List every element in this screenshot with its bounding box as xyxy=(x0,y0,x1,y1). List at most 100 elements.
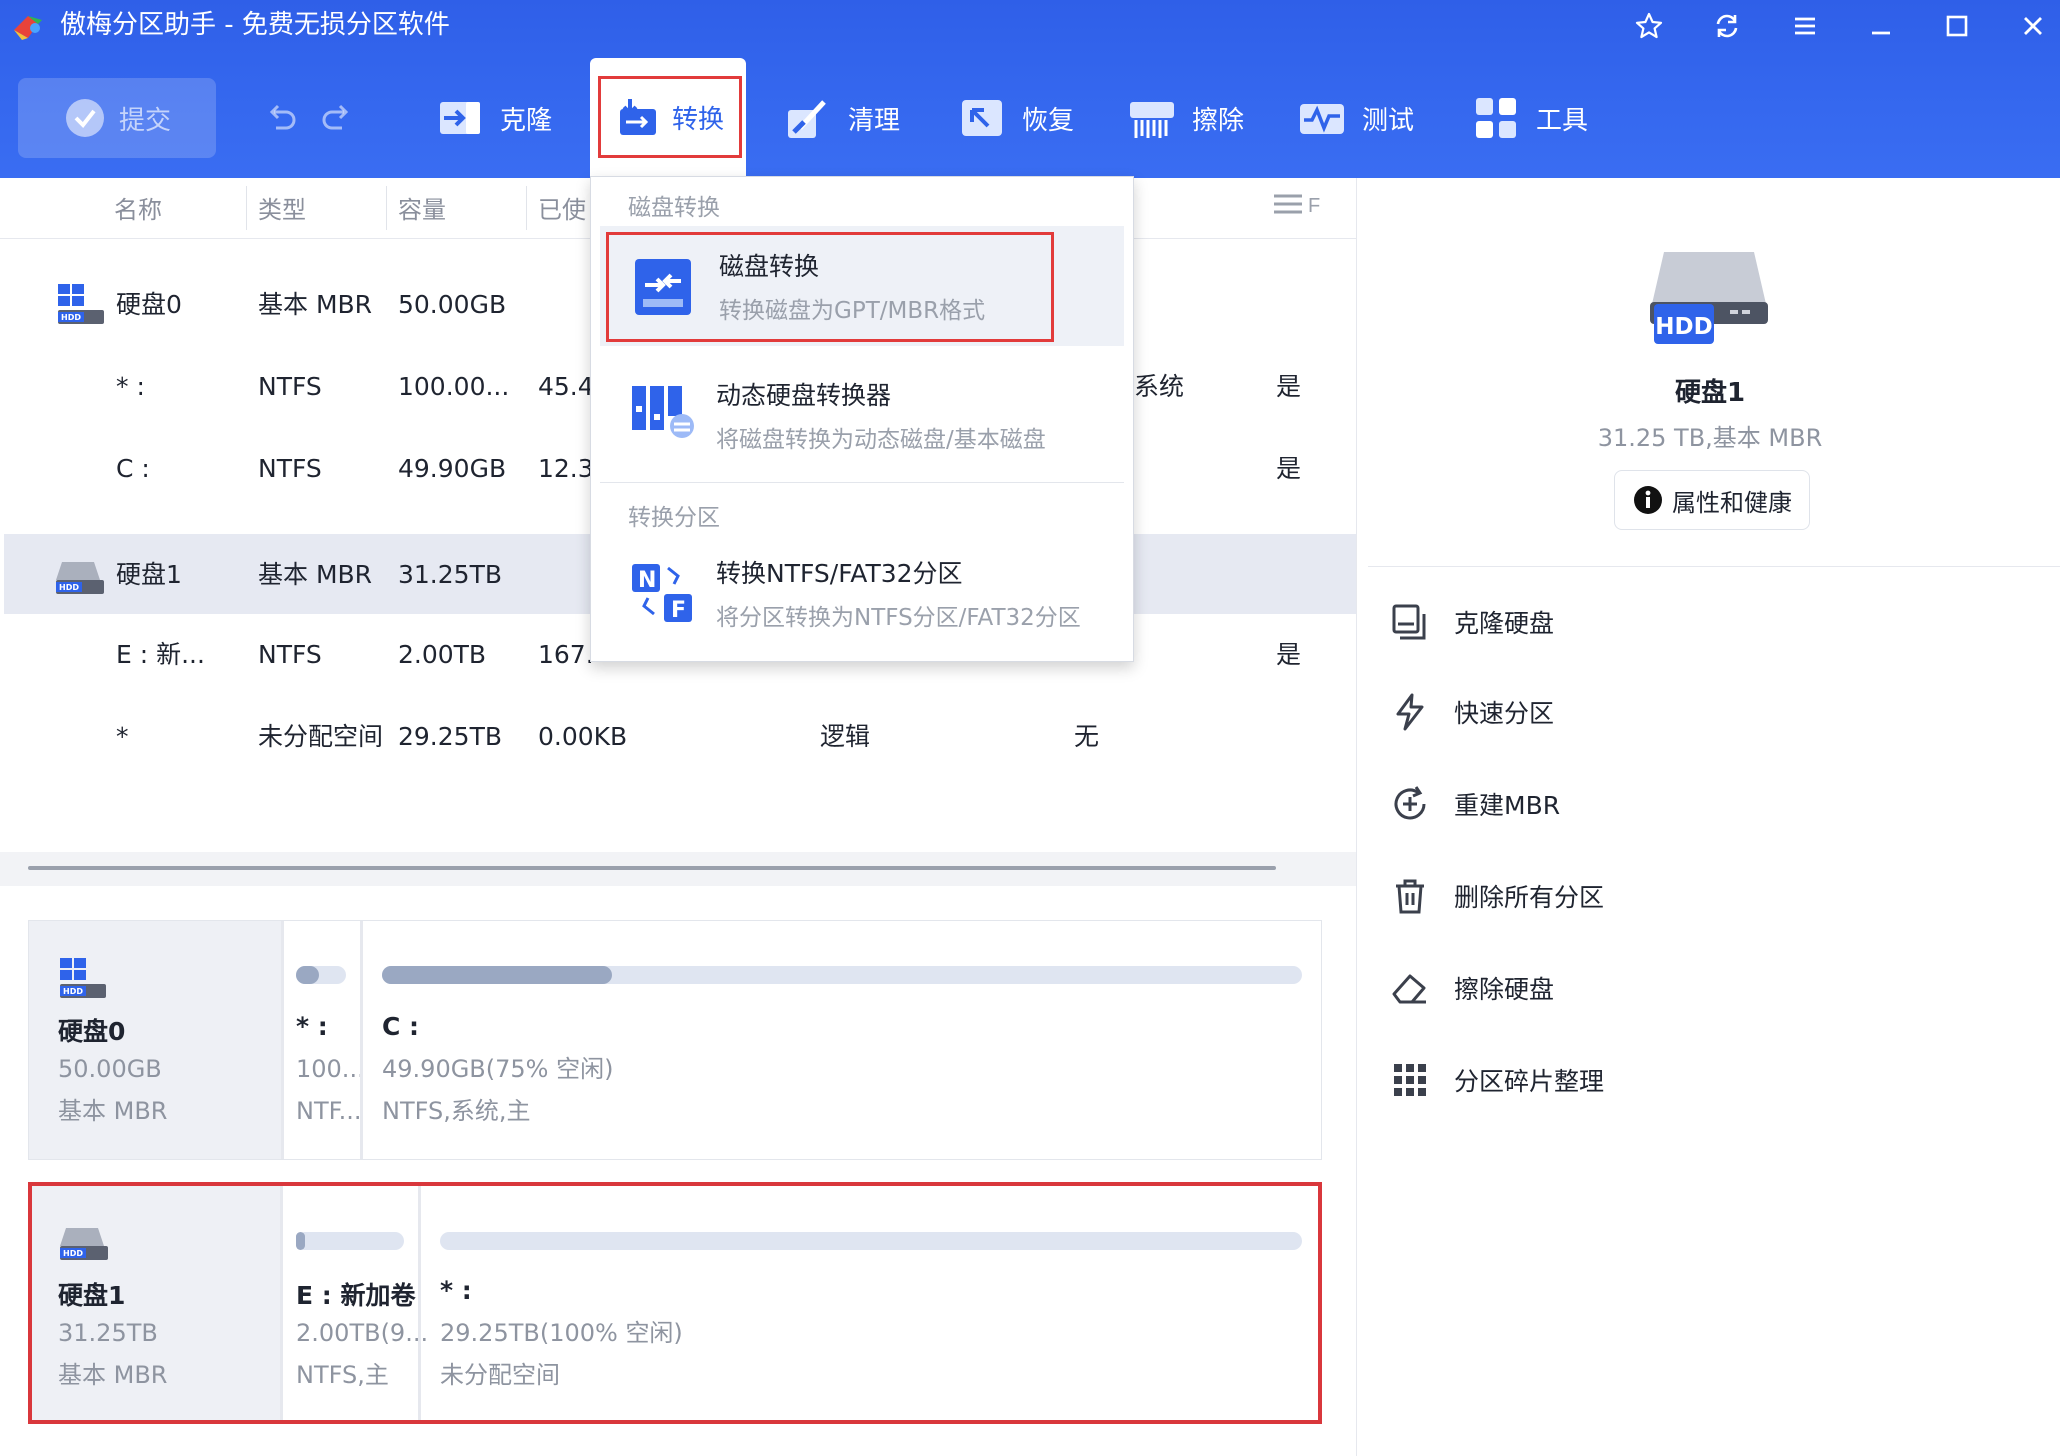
hamburger-menu-icon xyxy=(1795,17,1815,35)
hdd-icon: HDD xyxy=(60,1228,108,1260)
trash-icon xyxy=(1396,879,1424,914)
action-quick-partition-label: 快速分区 xyxy=(1454,699,1555,728)
convert-icon xyxy=(619,99,656,135)
dropdown-section-convert-partition: 转换分区 xyxy=(628,505,720,531)
map-partition-e[interactable] xyxy=(296,1232,404,1250)
dropdown-ntfs-fat32-desc: 将分区转换为NTFS分区/FAT32分区 xyxy=(716,605,1081,631)
close-button[interactable] xyxy=(2008,4,2058,48)
map-c-size: 49.90GB(75% 空闲) xyxy=(382,1055,614,1083)
tools-label: 工具 xyxy=(1536,105,1589,136)
hdd-badge-text: HDD xyxy=(1655,314,1713,340)
action-wipe-disk[interactable]: 擦除硬盘 xyxy=(1390,958,1554,1018)
map-disk0-name: 硬盘0 xyxy=(58,1017,126,1046)
row-star-type: NTFS xyxy=(258,372,322,401)
row-c-type: NTFS xyxy=(258,454,322,483)
dropdown-item-dynamic-disk[interactable]: 动态硬盘转换器 将磁盘转换为动态磁盘/基本磁盘 xyxy=(606,358,1126,468)
map-star-size: 100... xyxy=(296,1055,365,1083)
action-quick-partition[interactable]: 快速分区 xyxy=(1390,682,1554,742)
maximize-icon xyxy=(1946,15,1968,37)
map-disk1-type: 基本 MBR xyxy=(58,1361,168,1389)
dropdown-dynamic-disk-desc: 将磁盘转换为动态磁盘/基本磁盘 xyxy=(716,427,1046,453)
wipe-button[interactable]: 擦除 xyxy=(1128,78,1244,158)
map-partition-star[interactable] xyxy=(296,966,346,984)
action-clone-disk[interactable]: 克隆硬盘 xyxy=(1390,592,1554,652)
column-separator xyxy=(526,186,527,230)
check-circle-icon xyxy=(65,99,104,137)
restore-icon xyxy=(962,100,1002,136)
map-star-label: * : xyxy=(296,1012,328,1041)
row-unalloc-type: 未分配空间 xyxy=(258,722,384,751)
map-e-label: E : 新加卷 xyxy=(296,1281,416,1310)
dynamic-disk-icon xyxy=(632,386,694,438)
defrag-icon xyxy=(1394,1064,1426,1096)
shredder-icon xyxy=(1130,102,1174,138)
horizontal-scrollbar[interactable] xyxy=(28,866,1276,870)
app-logo-icon xyxy=(14,16,42,40)
undo-icon[interactable] xyxy=(264,100,300,136)
column-capacity[interactable]: 容量 xyxy=(398,190,446,225)
star-icon xyxy=(1635,12,1663,39)
tools-grid-icon xyxy=(1476,98,1516,138)
svg-text:HDD: HDD xyxy=(59,583,79,592)
partition-usage-fill xyxy=(382,966,612,984)
properties-health-button[interactable]: 属性和健康 xyxy=(1614,470,1810,530)
row-unalloc-partition-type: 逻辑 xyxy=(820,722,871,751)
column-used[interactable]: 已使 xyxy=(538,190,586,225)
row-disk0-name: 硬盘0 xyxy=(116,290,182,319)
convert-button[interactable]: 转换 xyxy=(598,76,742,158)
dropdown-ntfs-fat32-title: 转换NTFS/FAT32分区 xyxy=(716,559,963,588)
row-e-flag: 是 xyxy=(1276,640,1302,669)
lightning-icon xyxy=(1396,693,1424,731)
partition-separator xyxy=(280,1186,283,1420)
row-e-used: 167. xyxy=(538,640,594,669)
restore-button[interactable]: 恢复 xyxy=(958,78,1074,158)
map-c-fs: NTFS,系统,主 xyxy=(382,1097,531,1125)
svg-text:HDD: HDD xyxy=(61,313,81,322)
test-button[interactable]: 测试 xyxy=(1298,78,1414,158)
restore-label: 恢复 xyxy=(1022,105,1075,136)
action-delete-all-partitions[interactable]: 删除所有分区 xyxy=(1390,866,1604,926)
row-star-status: 系统 xyxy=(1134,372,1185,401)
panel-divider xyxy=(1368,566,2060,567)
column-name[interactable]: 名称 xyxy=(114,190,162,225)
clone-disk-icon xyxy=(1392,604,1426,640)
map-e-fs: NTFS,主 xyxy=(296,1361,389,1389)
map-e-size: 2.00TB(9... xyxy=(296,1319,429,1347)
dropdown-item-convert-ntfs-fat32[interactable]: N F 转换NTFS/FAT32分区 将分区转换为NTFS分区/FAT32分区 xyxy=(606,540,1126,650)
windows-hdd-icon: HDD xyxy=(60,958,106,998)
action-defragment[interactable]: 分区碎片整理 xyxy=(1390,1050,1604,1110)
action-rebuild-mbr[interactable]: 重建MBR xyxy=(1390,774,1560,834)
submit-button[interactable]: 提交 xyxy=(18,78,216,158)
menu-button[interactable] xyxy=(1780,4,1830,48)
action-defragment-label: 分区碎片整理 xyxy=(1454,1067,1605,1096)
action-wipe-disk-label: 擦除硬盘 xyxy=(1454,975,1555,1004)
clone-label: 克隆 xyxy=(500,105,553,136)
info-icon xyxy=(1634,486,1662,514)
column-settings-icon[interactable]: F xyxy=(1272,190,1322,226)
map-disk0-size: 50.00GB xyxy=(58,1055,162,1083)
map-partition-unallocated[interactable] xyxy=(440,1232,1302,1250)
clean-button[interactable]: 清理 xyxy=(784,78,900,158)
maximize-button[interactable] xyxy=(1932,4,1982,48)
row-c-used: 12.3 xyxy=(538,454,594,483)
partition-separator xyxy=(281,921,284,1159)
clone-button[interactable]: 克隆 xyxy=(436,78,552,158)
hdd-icon: HDD xyxy=(56,562,104,594)
tools-button[interactable]: 工具 xyxy=(1472,78,1588,158)
refresh-button[interactable] xyxy=(1702,4,1752,48)
row-unalloc-name: * xyxy=(116,722,129,751)
svg-text:F: F xyxy=(671,598,686,623)
row-e-capacity: 2.00TB xyxy=(398,640,487,669)
dropdown-item-disk-convert[interactable]: 磁盘转换 转换磁盘为GPT/MBR格式 xyxy=(606,232,1054,342)
partition-separator xyxy=(360,921,363,1159)
redo-icon[interactable] xyxy=(318,100,354,136)
table-row-unallocated[interactable] xyxy=(4,696,1356,776)
row-disk0-capacity: 50.00GB xyxy=(398,290,507,319)
map-disk0-type: 基本 MBR xyxy=(58,1097,168,1125)
column-type[interactable]: 类型 xyxy=(258,190,306,225)
map-partition-c[interactable] xyxy=(382,966,1302,984)
favorite-button[interactable] xyxy=(1624,4,1674,48)
window-title: 傲梅分区助手 - 免费无损分区软件 xyxy=(60,10,450,40)
minimize-button[interactable] xyxy=(1856,4,1906,48)
row-disk1-capacity: 31.25TB xyxy=(398,560,502,589)
